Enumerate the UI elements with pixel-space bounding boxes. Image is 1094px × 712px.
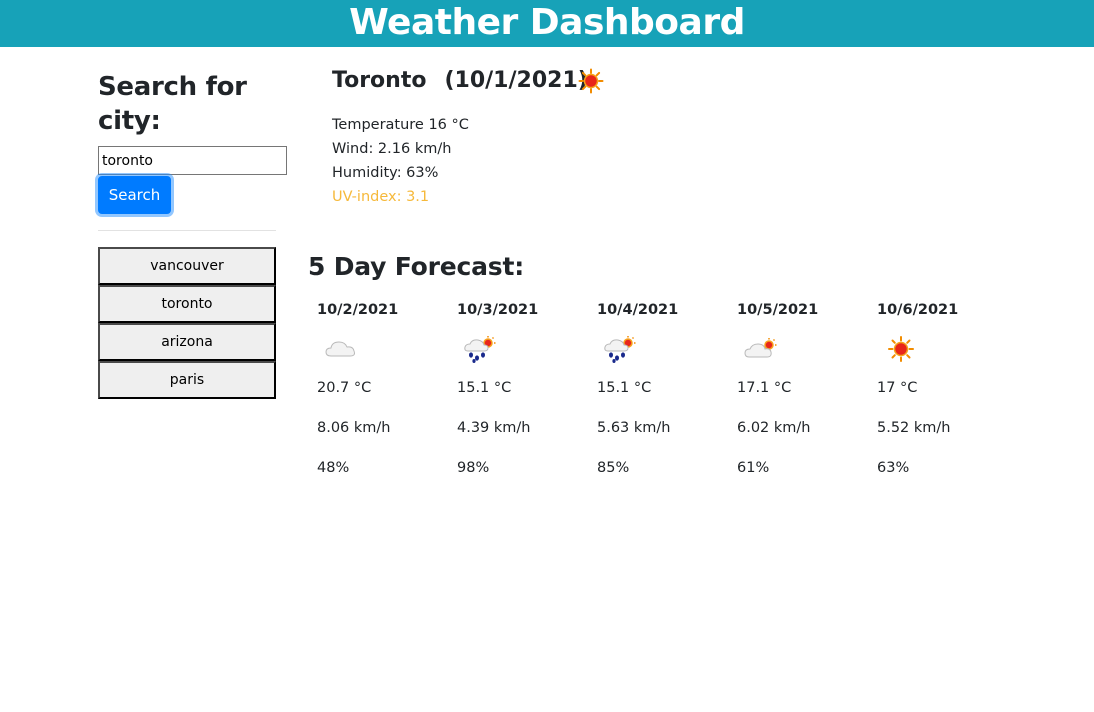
forecast-wind: 6.02 km/h [737,420,811,436]
forecast-wind: 5.52 km/h [877,420,951,436]
forecast-wind: 8.06 km/h [317,420,391,436]
forecast-humidity: 85% [597,460,630,476]
page-title: Weather Dashboard [349,2,745,43]
forecast-day: 10/2/2021 20.7 °C 8.06 km/h 48% [317,298,447,488]
sun-icon [883,334,919,364]
search-title: Search for city: [98,72,247,136]
forecast-temp: 15.1 °C [597,380,652,396]
forecast-temp: 15.1 °C [457,380,512,396]
forecast-temp: 17 °C [877,380,918,396]
cloud-sun-icon [743,334,779,364]
forecast-list: 10/2/2021 20.7 °C 8.06 km/h 48% 10/3/202… [317,298,1037,488]
forecast-humidity: 98% [457,460,490,476]
current-city-heading: Toronto (10/1/2021) [332,66,1032,96]
forecast-day: 10/6/2021 17 °C 5.52 km/h 63% [877,298,1007,488]
forecast-title: 5 Day Forecast: [308,252,524,281]
current-stats: Temperature 16 °C Wind: 2.16 km/h Humidi… [332,113,469,209]
history-button-toronto[interactable]: toronto [98,285,276,323]
forecast-day: 10/5/2021 17.1 °C 6.02 km/h 61% [737,298,867,488]
history-button-vancouver[interactable]: vancouver [98,247,276,285]
forecast-humidity: 63% [877,460,910,476]
history-button-paris[interactable]: paris [98,361,276,399]
forecast-temp: 17.1 °C [737,380,792,396]
forecast-date: 10/5/2021 [737,302,819,318]
rain-sun-icon [463,334,499,364]
current-humidity: Humidity: 63% [332,165,439,181]
current-uv-index: UV-index: 3.1 [332,189,430,205]
history-button-arizona[interactable]: arizona [98,323,276,361]
current-city: Toronto [332,68,427,93]
search-button[interactable]: Search [98,176,171,214]
current-weather: Toronto (10/1/2021) Temperature 16 °C Win… [332,66,1032,205]
forecast-date: 10/3/2021 [457,302,539,318]
current-date: (10/1/2021) [444,68,588,93]
rain-sun-icon [603,334,639,364]
forecast-wind: 4.39 km/h [457,420,531,436]
current-wind: Wind: 2.16 km/h [332,141,452,157]
cloud-icon [323,334,359,364]
forecast-date: 10/4/2021 [597,302,679,318]
sidebar-divider [98,230,276,231]
forecast-date: 10/6/2021 [877,302,959,318]
forecast-humidity: 61% [737,460,770,476]
forecast-date: 10/2/2021 [317,302,399,318]
forecast-humidity: 48% [317,460,350,476]
sun-icon [578,68,604,94]
forecast-day: 10/3/2021 15.1 °C 4.39 km/h 98% [457,298,587,488]
search-sidebar: Search for city: Search vancouver toront… [98,70,288,399]
search-history: vancouver toronto arizona paris [98,247,276,399]
current-temperature: Temperature 16 °C [332,117,469,133]
app-header: Weather Dashboard [0,0,1094,47]
forecast-wind: 5.63 km/h [597,420,671,436]
city-search-input[interactable] [98,146,287,175]
forecast-day: 10/4/2021 15.1 °C 5.63 km/h 85% [597,298,727,488]
forecast-temp: 20.7 °C [317,380,372,396]
